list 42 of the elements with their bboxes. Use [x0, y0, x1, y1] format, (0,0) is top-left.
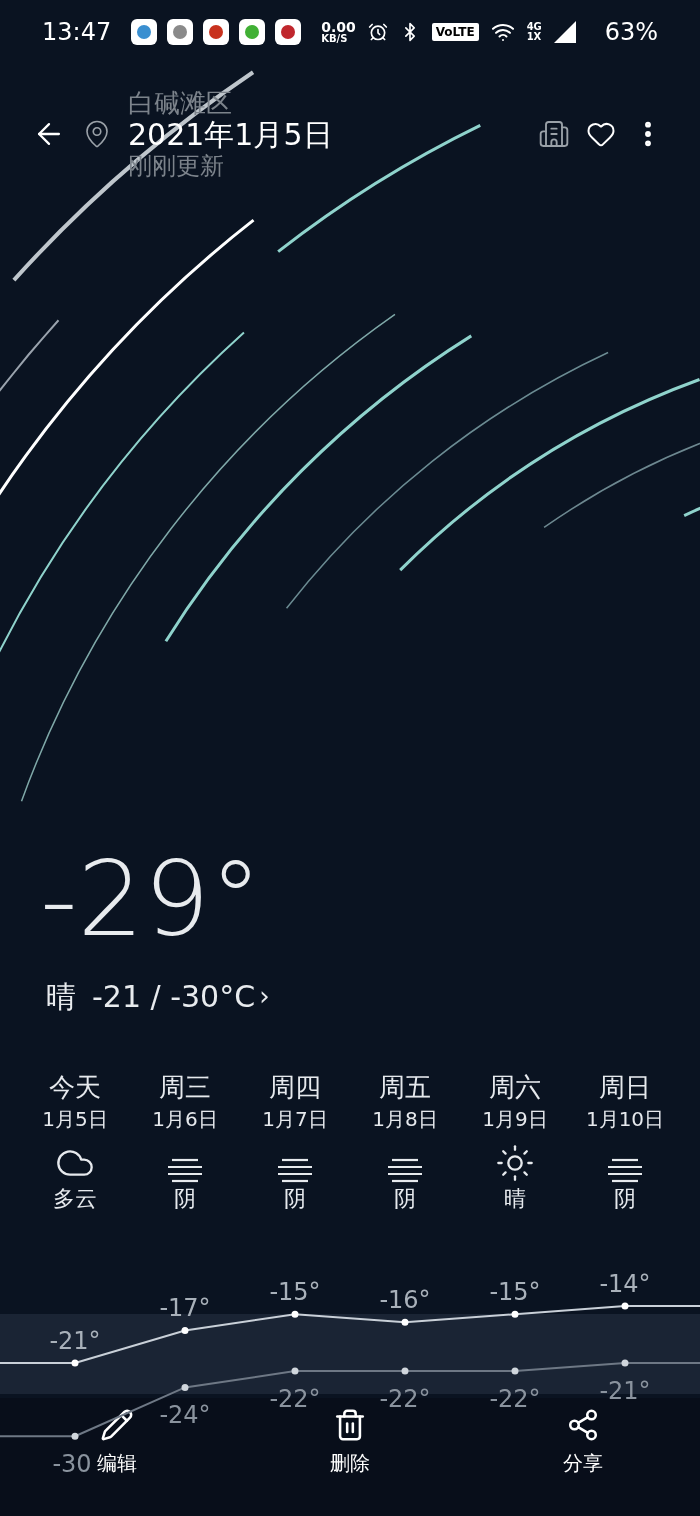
- forecast-day: 周三: [159, 1071, 211, 1103]
- current-temperature: -29°: [40, 844, 263, 954]
- forecast-day: 周四: [269, 1071, 321, 1103]
- temperature-label: -14°: [599, 1270, 651, 1298]
- network-speed: 0.00: [321, 20, 356, 34]
- temperature-label: -16°: [379, 1286, 431, 1315]
- temperature-label: -15°: [269, 1278, 321, 1307]
- temperature-label: -24°: [159, 1401, 211, 1430]
- forecast-day: 今天: [49, 1071, 101, 1103]
- forecast-condition: 晴: [504, 1185, 526, 1213]
- forecast-day: 周日: [599, 1071, 651, 1103]
- temperature-range: -21 / -30°C: [92, 978, 256, 1016]
- forecast-date: 1月7日: [262, 1106, 328, 1133]
- temperature-label: -22°: [269, 1385, 321, 1414]
- forecast-date: 1月5日: [42, 1106, 108, 1133]
- forecast-day: 周五: [379, 1071, 431, 1103]
- temperature-label: -30: [52, 1450, 92, 1479]
- forecast-date: 1月8日: [372, 1106, 438, 1133]
- forecast-condition: 阴: [174, 1185, 196, 1213]
- battery-percent: 63%: [604, 17, 658, 48]
- network-speed-unit: KB/S: [321, 34, 349, 44]
- update-status: 刚刚更新: [128, 152, 225, 180]
- temperature-label: -22°: [489, 1385, 541, 1414]
- temperature-label: -21°: [49, 1327, 101, 1355]
- network-type: 4G: [526, 22, 542, 32]
- forecast-day: 周六: [489, 1071, 541, 1103]
- volte-badge: VoLTE: [431, 23, 479, 41]
- forecast-condition: 阴: [284, 1185, 306, 1213]
- current-condition: 晴: [46, 978, 76, 1016]
- forecast-date: 1月9日: [482, 1106, 548, 1133]
- forecast-date: 1月10日: [585, 1106, 665, 1133]
- location-name: 白碱滩区: [128, 88, 233, 118]
- forecast-condition: 阴: [394, 1185, 416, 1213]
- forecast-condition: 阴: [614, 1185, 636, 1213]
- temperature-label: -15°: [489, 1278, 541, 1307]
- status-time: 13:47: [42, 17, 112, 48]
- forecast-date: 1月6日: [152, 1106, 218, 1133]
- network-subtype: 1X: [526, 32, 542, 42]
- forecast-condition: 多云: [53, 1185, 97, 1213]
- temperature-label: -22°: [379, 1385, 431, 1414]
- temperature-label: -17°: [159, 1294, 211, 1323]
- temperature-label: -21°: [599, 1377, 651, 1405]
